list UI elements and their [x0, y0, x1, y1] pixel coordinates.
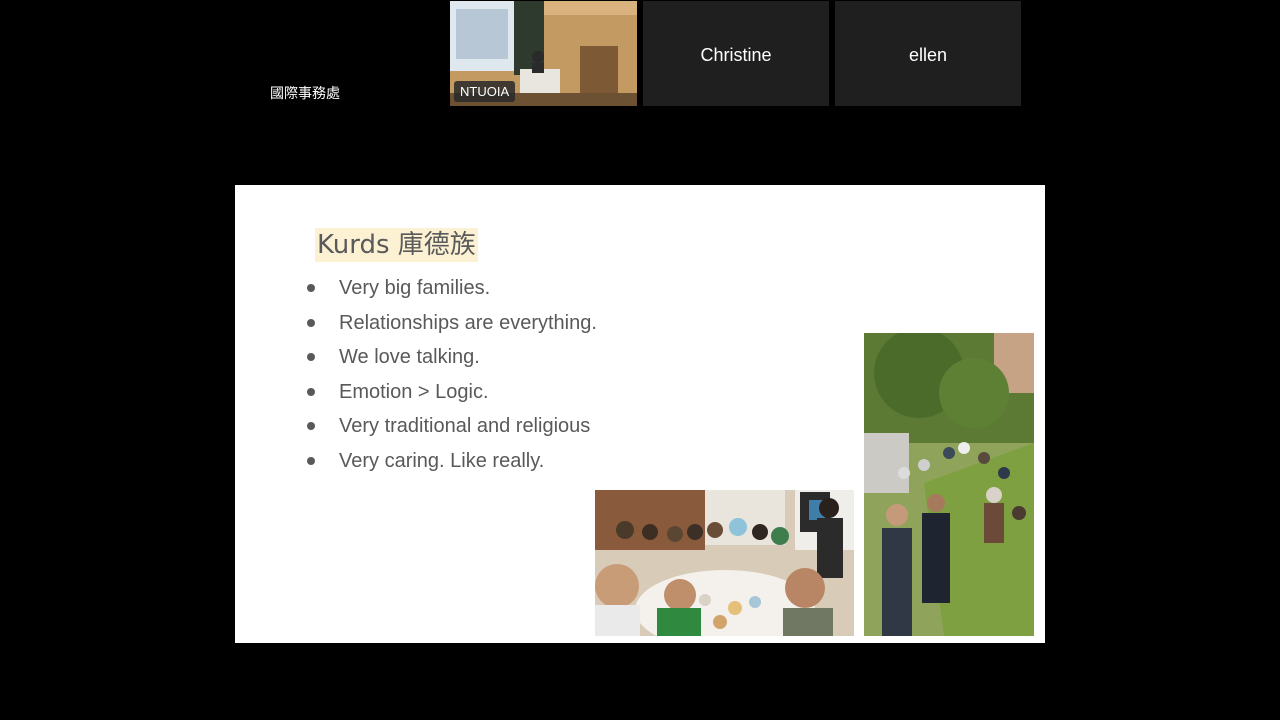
bullet-text: Very big families. [339, 277, 491, 299]
participant-name: NTUOIA [454, 81, 516, 102]
participant-tile-oia[interactable]: 國際事務處 [234, 1, 442, 106]
bullet-item: Very traditional and religious [307, 413, 597, 448]
bullet-icon [307, 387, 315, 396]
bullet-icon [307, 422, 315, 430]
bullet-item: We love talking. [307, 344, 597, 379]
bullet-icon [307, 318, 315, 327]
bullet-item: Very big families. [307, 275, 597, 310]
garden-gathering-photo [864, 333, 1034, 636]
bullet-text: Relationships are everything. [339, 311, 597, 334]
participant-name: 國際事務處 [270, 86, 340, 102]
bullet-item: Emotion > Logic. [307, 379, 597, 414]
bullet-icon [307, 353, 315, 361]
participant-tile-ntuoia[interactable]: NTUOIA [450, 1, 637, 106]
family-dinner-photo [595, 490, 854, 636]
bullet-item: Relationships are everything. [307, 310, 597, 345]
bullet-text: We love talking. [339, 346, 480, 368]
garden-gathering-image [864, 333, 1034, 636]
bullet-item: Very caring. Like really. [307, 448, 597, 483]
bullet-text: Very caring. Like really. [339, 449, 545, 472]
family-dinner-image [595, 490, 854, 636]
bullet-list: Very big families. Relationships are eve… [307, 275, 597, 482]
shared-slide: Kurds 庫德族 Very big families. Relationshi… [235, 185, 1045, 643]
participant-tile-ellen[interactable]: ellen [835, 1, 1021, 106]
bullet-icon [307, 284, 315, 292]
bullet-text: Emotion > Logic. [339, 380, 489, 403]
bullet-text: Very traditional and religious [339, 415, 591, 437]
slide-title: Kurds 庫德族 [315, 228, 478, 262]
bullet-icon [307, 456, 315, 465]
participant-tile-christine[interactable]: Christine [643, 1, 829, 106]
participant-name: Christine [700, 45, 772, 65]
participant-name: ellen [908, 45, 948, 65]
